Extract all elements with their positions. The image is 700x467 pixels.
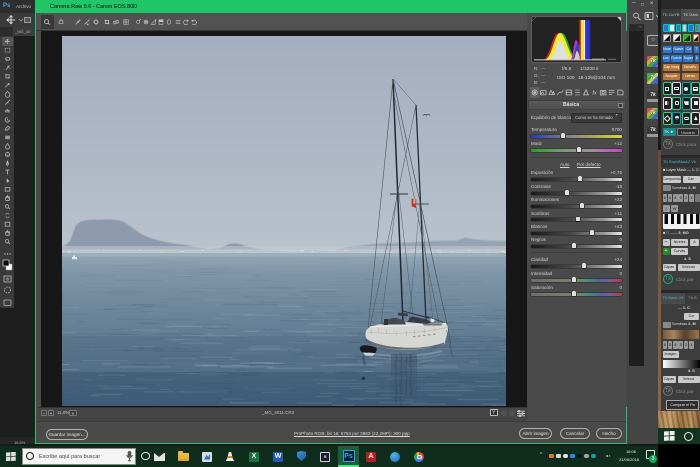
svg-text:fx: fx [592,91,597,97]
